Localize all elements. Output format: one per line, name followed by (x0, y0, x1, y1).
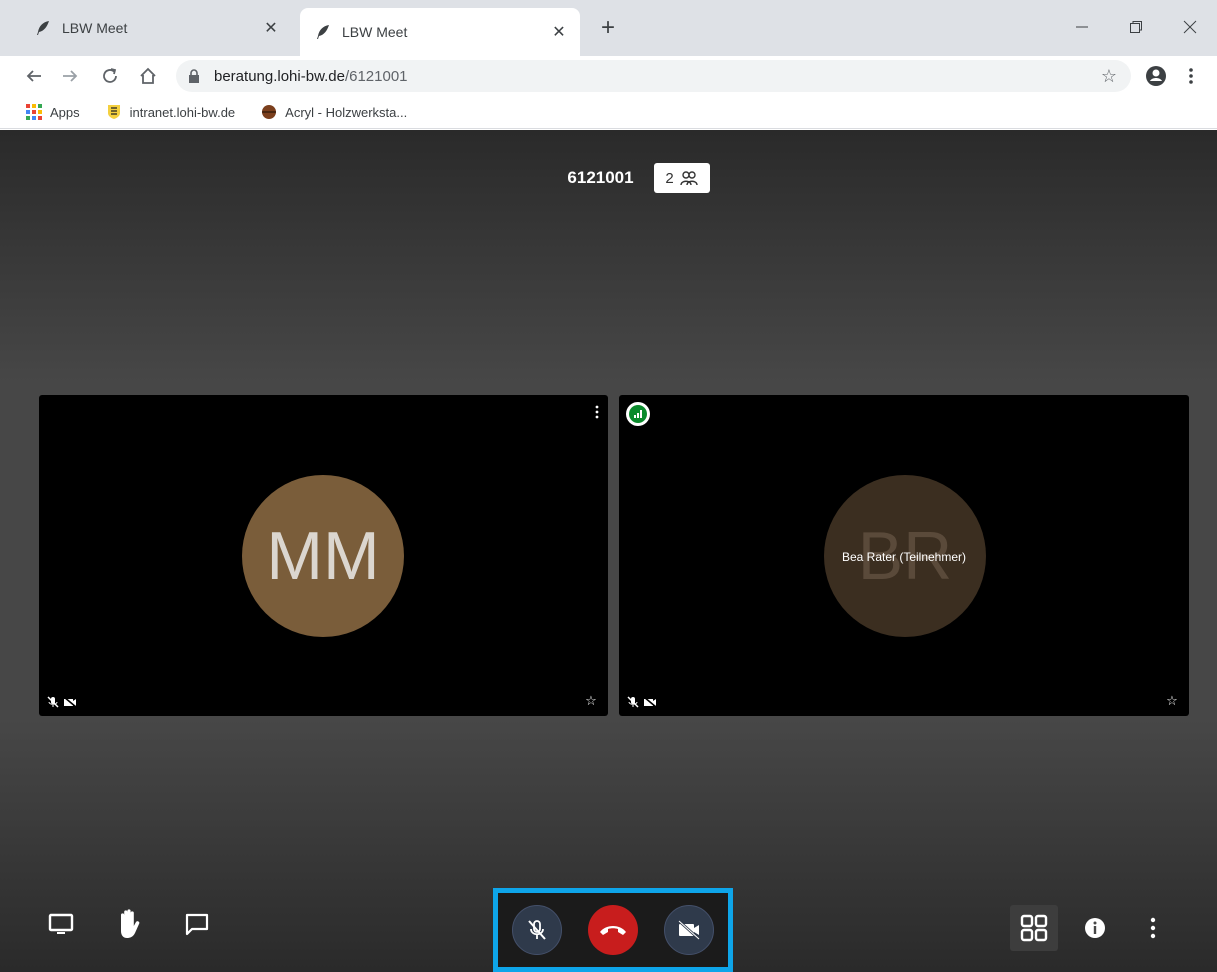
window-close-icon[interactable] (1170, 12, 1210, 42)
star-icon[interactable]: ☆ (584, 693, 598, 708)
bookmarks-bar: Apps intranet.lohi-bw.de Acryl - Holzwer… (0, 96, 1217, 129)
back-icon[interactable] (20, 62, 48, 90)
tile-status (47, 696, 77, 708)
phone-hangup-icon (600, 926, 626, 935)
profile-icon[interactable] (1143, 63, 1169, 89)
tile-status (627, 696, 657, 708)
participant-count: 2 (665, 169, 674, 187)
wood-ball-icon (261, 104, 277, 120)
bookmark-label: Acryl - Holzwerksta... (285, 104, 408, 120)
camera-off-icon (63, 696, 77, 708)
tile-menu-icon[interactable] (594, 405, 600, 419)
browser-menu-icon[interactable] (1180, 62, 1202, 90)
close-icon[interactable]: ✕ (260, 17, 282, 39)
url-path: /6121001 (344, 67, 408, 85)
new-tab-button[interactable]: + (596, 14, 620, 41)
screen-share-icon[interactable] (40, 905, 82, 943)
tile-view-button[interactable] (1010, 905, 1058, 951)
participant-tile-local[interactable]: MM ☆ (39, 395, 608, 716)
avatar: MM (242, 475, 404, 637)
connection-indicator[interactable] (626, 402, 650, 426)
raise-hand-icon[interactable] (108, 905, 150, 943)
bookmark-label: Apps (50, 104, 80, 120)
reload-icon[interactable] (96, 62, 124, 90)
close-icon[interactable]: ✕ (548, 21, 570, 43)
participants-button[interactable]: 2 (653, 163, 710, 193)
info-icon[interactable] (1074, 909, 1116, 947)
url-domain: beratung.lohi-bw.de (214, 67, 345, 85)
bookmark-apps[interactable]: Apps (26, 104, 80, 120)
browser-tab[interactable]: LBW Meet ✕ (20, 8, 292, 48)
bottom-right-toolbar (1010, 905, 1174, 951)
browser-toolbar: beratung.lohi-bw.de/6121001 ☆ (0, 56, 1217, 96)
camera-off-icon (643, 696, 657, 708)
mic-muted-icon (627, 696, 639, 708)
room-header: 6121001 2 (0, 163, 1217, 193)
crest-icon (106, 104, 122, 120)
address-bar[interactable]: beratung.lohi-bw.de/6121001 ☆ (176, 60, 1131, 92)
mic-muted-icon (47, 696, 59, 708)
meeting-area: 6121001 2 MM ☆ BR Bea Rater (Teilnehmer)… (0, 130, 1217, 972)
call-controls (493, 888, 733, 972)
mute-microphone-button[interactable] (512, 905, 562, 955)
toggle-camera-button[interactable] (664, 905, 714, 955)
signal-icon (629, 405, 647, 423)
feather-icon (34, 19, 52, 37)
home-icon[interactable] (134, 62, 162, 90)
camera-off-icon (678, 920, 700, 940)
hangup-button[interactable] (588, 905, 638, 955)
bookmark-intranet[interactable]: intranet.lohi-bw.de (106, 104, 236, 120)
participant-tile-remote[interactable]: BR Bea Rater (Teilnehmer) ☆ (619, 395, 1189, 716)
browser-tab-active[interactable]: LBW Meet ✕ (300, 8, 580, 56)
browser-tab-strip: LBW Meet ✕ LBW Meet ✕ + (0, 0, 1217, 56)
url-text: beratung.lohi-bw.de/6121001 (214, 68, 408, 85)
lock-icon (188, 69, 202, 83)
apps-grid-icon (26, 104, 42, 120)
restore-icon[interactable] (1116, 12, 1156, 42)
feather-icon (314, 23, 332, 41)
participant-display-name: Bea Rater (Teilnehmer) (841, 550, 967, 564)
room-name: 6121001 (567, 168, 634, 187)
mic-muted-icon (528, 920, 546, 940)
star-icon[interactable]: ☆ (1165, 693, 1179, 708)
participants-icon (680, 171, 698, 186)
bookmark-star-icon[interactable]: ☆ (1099, 66, 1119, 86)
minimize-icon[interactable] (1062, 12, 1102, 42)
bookmark-acryl[interactable]: Acryl - Holzwerksta... (261, 104, 407, 120)
forward-icon[interactable] (56, 62, 84, 90)
bottom-left-toolbar (40, 905, 218, 943)
chat-icon[interactable] (176, 905, 218, 943)
tab-title: LBW Meet (62, 20, 128, 36)
bookmark-label: intranet.lohi-bw.de (129, 104, 236, 120)
tab-title: LBW Meet (342, 24, 408, 40)
more-options-icon[interactable] (1132, 909, 1174, 947)
tile-view-icon (1020, 914, 1048, 942)
